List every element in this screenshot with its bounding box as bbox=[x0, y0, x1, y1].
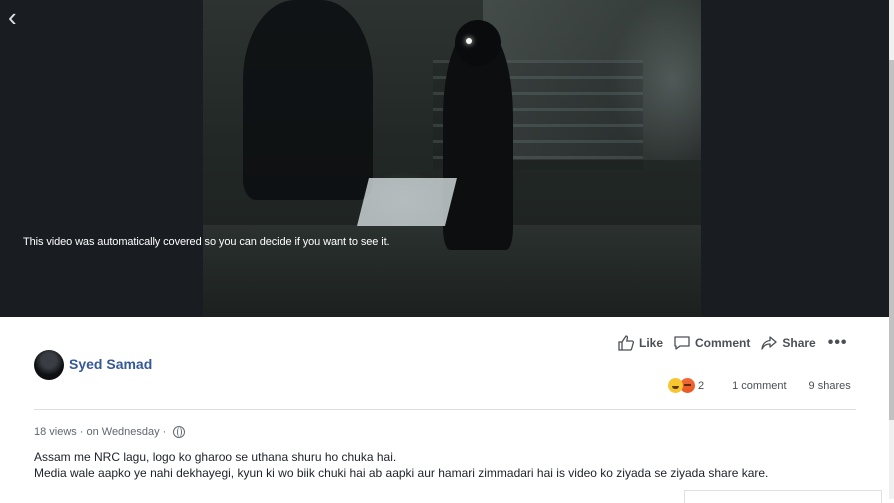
author-name[interactable]: Syed Samad bbox=[69, 356, 152, 372]
meta-separator-2: · bbox=[162, 426, 167, 438]
video-figure-head bbox=[455, 20, 501, 66]
comment-icon bbox=[674, 336, 690, 350]
post-date[interactable]: on Wednesday bbox=[86, 426, 159, 438]
chevron-left-icon[interactable]: ‹ bbox=[8, 4, 30, 30]
avatar[interactable] bbox=[34, 350, 64, 380]
like-label: Like bbox=[639, 336, 664, 350]
globe-icon[interactable] bbox=[173, 426, 186, 438]
video-covered-notice: This video was automatically covered so … bbox=[23, 236, 390, 248]
video-figure-left bbox=[243, 0, 373, 200]
video-light bbox=[466, 38, 472, 44]
share-label: Share bbox=[782, 336, 816, 350]
meta-separator: · bbox=[79, 426, 84, 438]
comment-label: Comment bbox=[695, 336, 751, 350]
post-actions: Like Comment Share ••• bbox=[617, 334, 848, 352]
caption-line-2: Media wale aapko ye nahi dekhayegi, kyun… bbox=[34, 466, 769, 480]
comments-count-link[interactable]: 1 comment bbox=[732, 380, 786, 392]
comment-button[interactable]: Comment bbox=[673, 334, 750, 352]
shares-count-link[interactable]: 9 shares bbox=[809, 380, 851, 392]
haha-reaction-icon bbox=[668, 378, 683, 393]
caption-line-1: Assam me NRC lagu, logo ko gharoo se uth… bbox=[34, 450, 397, 464]
views-count: 18 views bbox=[34, 426, 77, 438]
comment-box-edge bbox=[684, 490, 882, 503]
post-caption: Assam me NRC lagu, logo ko gharoo se uth… bbox=[34, 449, 768, 481]
scrollbar-thumb[interactable] bbox=[889, 60, 894, 420]
video-frame bbox=[203, 0, 701, 317]
more-options-icon[interactable]: ••• bbox=[828, 334, 848, 352]
share-button[interactable]: Share bbox=[760, 334, 816, 352]
video-white-object bbox=[357, 178, 457, 226]
scrollbar-track[interactable] bbox=[889, 0, 894, 499]
like-button[interactable]: Like bbox=[617, 334, 663, 352]
reaction-count[interactable]: 2 bbox=[698, 380, 704, 392]
share-icon bbox=[761, 336, 778, 350]
video-player[interactable]: ‹ This video was automatically covered s… bbox=[0, 0, 889, 317]
post-stats: 2 1 comment 9 shares bbox=[668, 378, 851, 393]
post-meta: 18 views · on Wednesday · bbox=[34, 426, 186, 438]
thumbs-up-icon bbox=[618, 335, 635, 351]
divider bbox=[34, 409, 856, 410]
